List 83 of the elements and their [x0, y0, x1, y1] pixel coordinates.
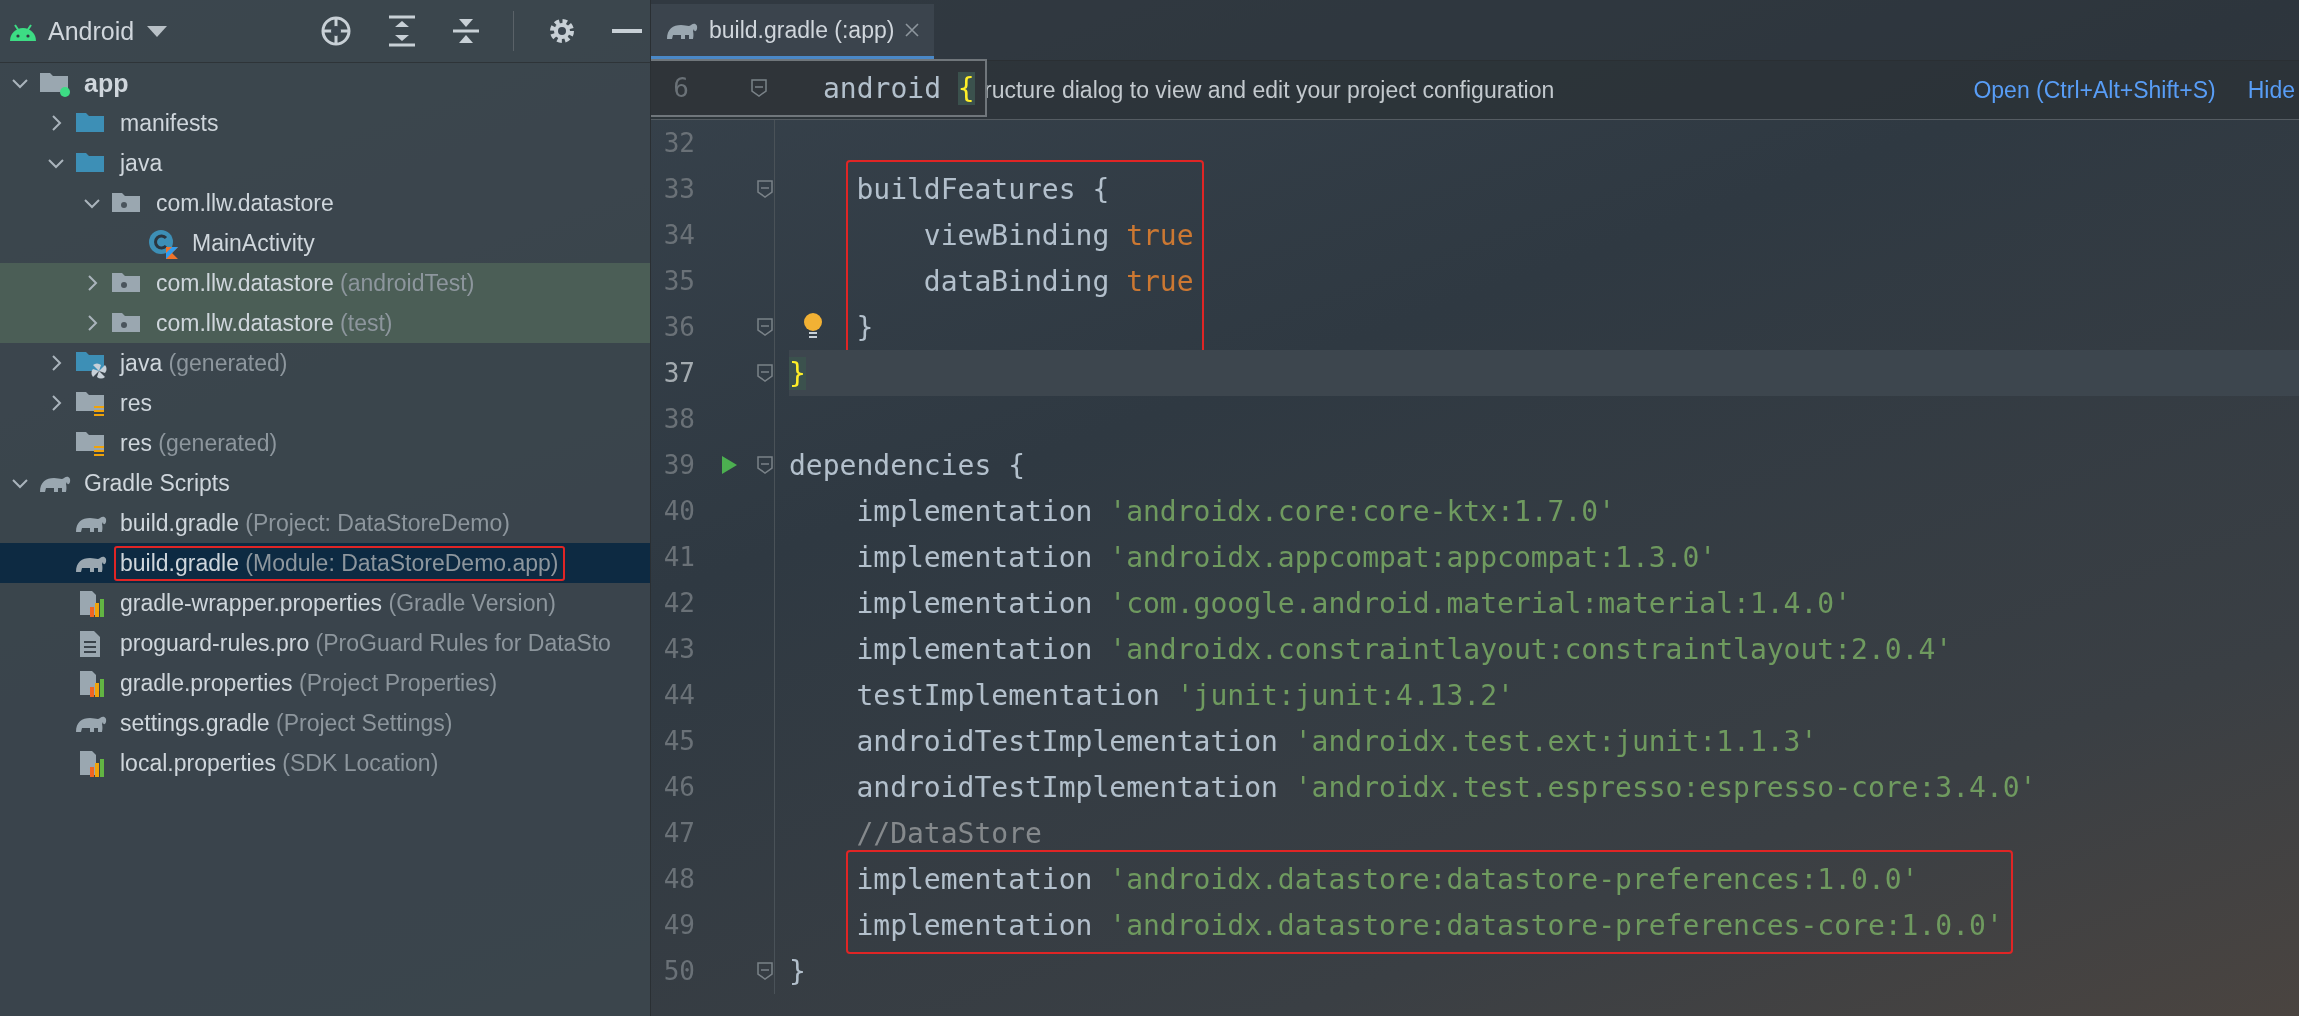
minimize-icon[interactable]: [612, 27, 642, 35]
tree-item-label: MainActivity: [191, 228, 316, 258]
tree-item[interactable]: com.llw.datastore (androidTest): [0, 263, 650, 303]
tree-item[interactable]: res (generated): [0, 423, 650, 463]
code-line: dependencies {: [789, 448, 1025, 482]
close-icon[interactable]: [904, 22, 921, 38]
notification-text: ructure dialog to view and edit your project configuration: [984, 76, 1555, 104]
tree-item[interactable]: Gradle Scripts: [0, 463, 650, 503]
line-number: 36: [662, 312, 695, 342]
code-line: buildFeatures {: [856, 172, 1110, 206]
tree-item-label: settings.gradle (Project Settings): [119, 708, 454, 738]
fold-marker-icon[interactable]: [757, 962, 773, 980]
caret-down-icon: [146, 24, 169, 38]
code-line: androidTestImplementation 'androidx.test.espresso:espresso-core:3.4.0': [855, 770, 2037, 804]
tree-item-label: gradle-wrapper.properties (Gradle Version): [119, 588, 557, 618]
line-number: 6: [672, 73, 689, 103]
tree-item-label: app: [83, 67, 130, 99]
code-line: implementation 'androidx.constraintlayout:constraintlayout:2.0.4': [855, 632, 1953, 666]
tree-item[interactable]: build.gradle (Project: DataStoreDemo): [0, 503, 650, 543]
crosshair-icon[interactable]: [319, 14, 353, 48]
code-line: implementation 'com.google.android.material:material:1.4.0': [855, 586, 1852, 620]
tree-item[interactable]: app: [0, 63, 650, 103]
tree-item-label: gradle.properties (Project Properties): [119, 668, 499, 698]
fold-marker-icon[interactable]: [751, 79, 767, 97]
tree-item[interactable]: gradle-wrapper.properties (Gradle Version): [0, 583, 650, 623]
tree-item[interactable]: com.llw.datastore (test): [0, 303, 650, 343]
code-line: //DataStore: [855, 816, 1042, 850]
tree-item-label: res: [119, 388, 153, 418]
tree-item-label: build.gradle (Module: DataStoreDemo.app): [114, 545, 565, 581]
line-number: 42: [662, 588, 695, 618]
tree-item[interactable]: MainActivity: [0, 223, 650, 263]
line-number: 38: [662, 404, 695, 434]
code-line: android {: [823, 71, 975, 105]
tree-item-label: build.gradle (Project: DataStoreDemo): [119, 508, 511, 538]
tree-item[interactable]: com.llw.datastore: [0, 183, 650, 223]
tree-item-label: com.llw.datastore (test): [155, 308, 394, 338]
tree-item-label: proguard-rules.pro (ProGuard Rules for DataSto: [119, 628, 612, 658]
tree-item[interactable]: build.gradle (Module: DataStoreDemo.app): [0, 543, 650, 583]
editor-tab[interactable]: build.gradle (:app): [651, 4, 935, 60]
line-number: 39: [662, 450, 695, 480]
banner-link[interactable]: Hide: [2247, 76, 2295, 104]
code-line: testImplementation 'junit:junit:4.13.2': [855, 678, 1514, 712]
line-number: 40: [662, 496, 695, 526]
project-view-dropdown[interactable]: Android: [48, 16, 169, 46]
code-line: }: [856, 310, 874, 344]
code-line: implementation 'androidx.datastore:datastore-preferences-core:1.0.0': [856, 908, 2003, 942]
tree-item-label: Gradle Scripts: [83, 468, 231, 498]
kotlin-class-icon: [146, 227, 180, 259]
tree-item-label: java (generated): [118, 348, 289, 378]
tree-item[interactable]: local.properties (SDK Location): [0, 743, 650, 783]
tree-item-label: res (generated): [119, 428, 279, 458]
tree-item[interactable]: manifests: [0, 103, 650, 143]
tree-item-label: local.properties (SDK Location): [119, 748, 440, 778]
code-line: dataBinding true: [922, 264, 1194, 298]
tree-item-label: com.llw.datastore (androidTest): [155, 268, 476, 298]
tree-item[interactable]: proguard-rules.pro (ProGuard Rules for DataSto: [0, 623, 650, 663]
tree-item[interactable]: settings.gradle (Project Settings): [0, 703, 650, 743]
fold-marker-icon[interactable]: [757, 180, 773, 198]
tree-item[interactable]: java (generated): [0, 343, 650, 383]
code-line: implementation 'androidx.datastore:datastore-preferences:1.0.0': [856, 862, 1919, 896]
line-number: 41: [662, 542, 695, 572]
code-line: implementation 'androidx.core:core-ktx:1.7.0': [855, 494, 1616, 528]
banner-link[interactable]: Open (Ctrl+Alt+Shift+S): [1973, 76, 2216, 104]
tree-item-label: manifests: [119, 108, 220, 138]
line-number: 46: [662, 772, 695, 802]
line-number: 37: [662, 358, 695, 388]
fold-marker-icon[interactable]: [757, 456, 773, 474]
tree-item-label: java: [118, 148, 164, 178]
expand-all-icon[interactable]: [387, 14, 417, 48]
code-line: }: [789, 954, 806, 988]
tree-item[interactable]: java: [0, 143, 650, 183]
code-line: androidTestImplementation 'androidx.test.ext:junit:1.1.3': [855, 724, 1818, 758]
tree-item[interactable]: gradle.properties (Project Properties): [0, 663, 650, 703]
fold-marker-icon[interactable]: [757, 318, 773, 336]
line-number: 44: [662, 680, 695, 710]
line-number: 45: [662, 726, 695, 756]
tree-item[interactable]: res: [0, 383, 650, 423]
line-number: 43: [662, 634, 695, 664]
tree-item-label: com.llw.datastore: [155, 188, 335, 218]
run-icon[interactable]: [720, 455, 738, 475]
code-line: implementation 'androidx.appcompat:appcompat:1.3.0': [855, 540, 1717, 574]
code-line: viewBinding true: [922, 218, 1194, 252]
fold-marker-icon[interactable]: [757, 364, 773, 382]
